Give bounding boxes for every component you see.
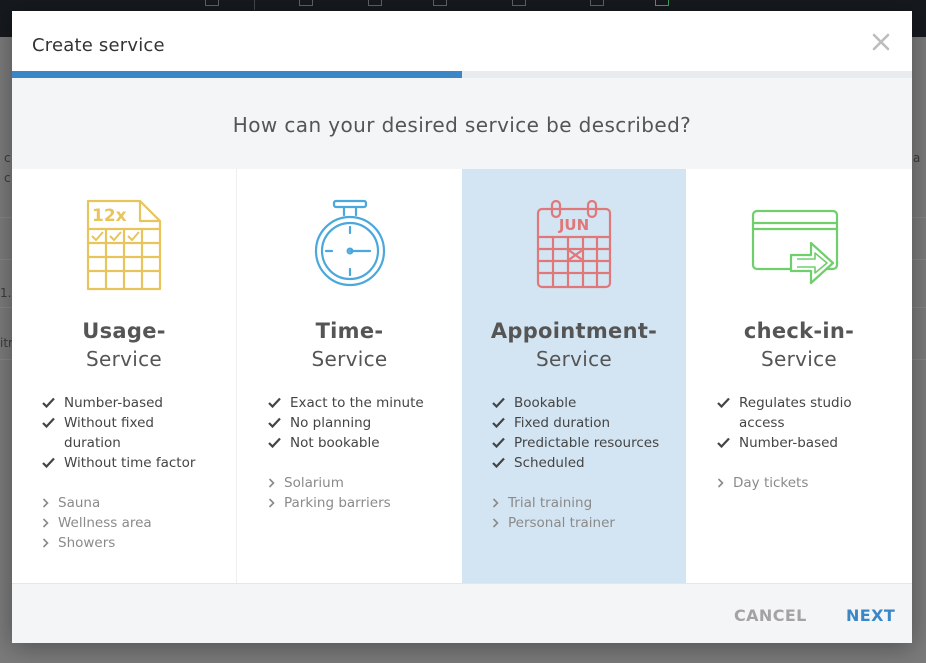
chevron-right-icon bbox=[492, 498, 499, 508]
create-service-dialog: Create service How can your desired serv… bbox=[12, 11, 912, 643]
filter-icon bbox=[655, 0, 669, 6]
feature-item: Number-based bbox=[42, 393, 212, 413]
service-card-time[interactable]: Time- Service Exact to the minute No pla… bbox=[236, 169, 462, 583]
check-icon bbox=[42, 397, 55, 408]
document-icon bbox=[512, 0, 526, 6]
service-type-options: 12x Usage- Service Number-based Without … bbox=[12, 169, 912, 583]
svg-text:JUN: JUN bbox=[558, 216, 589, 234]
feature-list: Regulates studio access Number-based bbox=[717, 393, 887, 453]
check-icon bbox=[492, 437, 505, 448]
question-heading: How can your desired service be describe… bbox=[232, 113, 692, 137]
example-item: Personal trainer bbox=[492, 513, 677, 533]
dialog-footer: CANCEL NEXT bbox=[12, 583, 912, 643]
chevron-right-icon bbox=[268, 498, 275, 508]
background-text: c bbox=[4, 171, 11, 185]
example-list: Trial training Personal trainer bbox=[492, 493, 677, 533]
background-text: a bbox=[913, 151, 921, 165]
check-icon bbox=[717, 437, 730, 448]
feature-list: Bookable Fixed duration Predictable reso… bbox=[492, 393, 677, 473]
card-checkin-icon bbox=[686, 197, 912, 297]
check-icon bbox=[268, 417, 281, 428]
card-title: check-in- bbox=[743, 319, 855, 343]
badge-icon bbox=[433, 0, 447, 6]
example-item: Wellness area bbox=[42, 513, 212, 533]
service-card-usage[interactable]: 12x Usage- Service Number-based Without … bbox=[12, 169, 236, 583]
example-item: Day tickets bbox=[717, 473, 887, 493]
card-subtitle: Service bbox=[85, 347, 163, 371]
check-icon bbox=[268, 397, 281, 408]
feature-list: Number-based Without fixed duration With… bbox=[42, 393, 212, 473]
feature-item: Scheduled bbox=[492, 453, 677, 473]
feature-item: Number-based bbox=[717, 433, 887, 453]
bookmark-icon bbox=[205, 0, 219, 6]
card-title: Appointment- bbox=[490, 319, 658, 343]
feature-list: Exact to the minute No planning Not book… bbox=[268, 393, 448, 453]
chevron-right-icon bbox=[717, 478, 724, 488]
dialog-title: Create service bbox=[32, 35, 165, 56]
card-title: Time- bbox=[315, 319, 384, 343]
feature-item: Without fixed duration bbox=[42, 413, 212, 453]
example-list: Sauna Wellness area Showers bbox=[42, 493, 212, 553]
feature-item: Without time factor bbox=[42, 453, 212, 473]
close-icon bbox=[872, 33, 890, 51]
feature-item: Bookable bbox=[492, 393, 677, 413]
example-list: Day tickets bbox=[717, 473, 887, 493]
chevron-right-icon bbox=[42, 518, 49, 528]
example-list: Solarium Parking barriers bbox=[268, 473, 448, 513]
chevron-right-icon bbox=[492, 518, 499, 528]
close-button[interactable] bbox=[870, 31, 892, 53]
calendar-icon: JUN bbox=[462, 197, 686, 297]
example-item: Parking barriers bbox=[268, 493, 448, 513]
example-item: Solarium bbox=[268, 473, 448, 493]
toolbar-separator bbox=[254, 0, 255, 10]
check-icon bbox=[268, 437, 281, 448]
feature-item: Regulates studio access bbox=[717, 393, 887, 433]
feature-item: Exact to the minute bbox=[268, 393, 448, 413]
grid-icon bbox=[299, 0, 313, 6]
card-subtitle: Service bbox=[760, 347, 838, 371]
chevron-right-icon bbox=[42, 538, 49, 548]
svg-text:12x: 12x bbox=[92, 206, 127, 226]
check-icon bbox=[492, 417, 505, 428]
feature-item: No planning bbox=[268, 413, 448, 433]
feature-item: Predictable resources bbox=[492, 433, 677, 453]
chevron-right-icon bbox=[42, 498, 49, 508]
card-title: Usage- bbox=[82, 319, 166, 343]
card-subtitle: Service bbox=[311, 347, 388, 371]
cancel-button[interactable]: CANCEL bbox=[734, 606, 807, 625]
camera-icon bbox=[368, 0, 382, 6]
progress-bar-fill bbox=[12, 71, 462, 78]
usage-counter-icon: 12x bbox=[12, 197, 236, 297]
service-card-checkin[interactable]: check-in- Service Regulates studio acces… bbox=[686, 169, 912, 583]
check-icon bbox=[42, 457, 55, 468]
check-icon bbox=[492, 457, 505, 468]
example-item: Showers bbox=[42, 533, 212, 553]
check-icon bbox=[717, 397, 730, 408]
chevron-right-icon bbox=[268, 478, 275, 488]
feature-item: Not bookable bbox=[268, 433, 448, 453]
feature-item: Fixed duration bbox=[492, 413, 677, 433]
service-card-appointment[interactable]: JUN Appointment- Service Bookable Fixed … bbox=[462, 169, 686, 583]
next-button[interactable]: NEXT bbox=[846, 606, 895, 625]
clock-icon bbox=[590, 0, 604, 6]
progress-bar bbox=[12, 71, 912, 78]
background-text: c bbox=[4, 151, 11, 165]
dialog-header: Create service bbox=[12, 11, 912, 71]
check-icon bbox=[42, 417, 55, 428]
check-icon bbox=[492, 397, 505, 408]
example-item: Trial training bbox=[492, 493, 677, 513]
stopwatch-icon bbox=[237, 197, 462, 297]
card-subtitle: Service bbox=[535, 347, 613, 371]
example-item: Sauna bbox=[42, 493, 212, 513]
